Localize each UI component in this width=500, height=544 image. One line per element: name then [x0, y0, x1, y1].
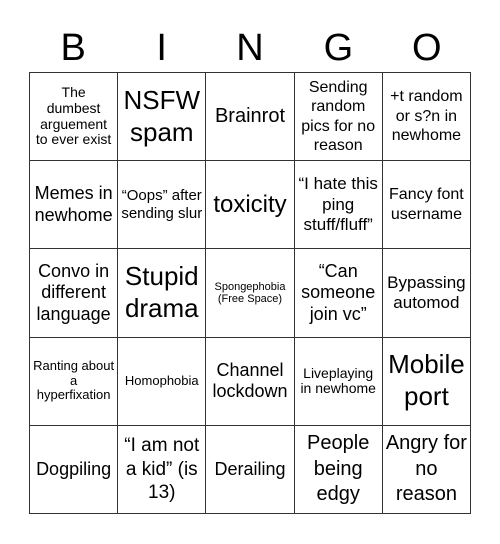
bingo-cell[interactable]: “I hate this ping stuff/fluff”	[294, 161, 383, 250]
bingo-cell[interactable]: Fancy font username	[382, 161, 471, 250]
bingo-cell[interactable]: Bypassing automod	[382, 249, 471, 338]
bingo-cell[interactable]: “Oops” after sending slur	[118, 161, 207, 250]
bingo-cell[interactable]: “I am not a kid” (is 13)	[118, 425, 207, 514]
bingo-cell[interactable]: Memes in newhome	[30, 161, 119, 250]
bingo-cell[interactable]: Mobile port	[382, 337, 471, 426]
bingo-cell[interactable]: Brainrot	[206, 73, 295, 162]
bingo-cell[interactable]: Dogpiling	[30, 425, 119, 514]
bingo-board: The dumbest arguement to ever exist NSFW…	[29, 72, 471, 514]
bingo-cell[interactable]: Convo in different language	[30, 249, 119, 338]
bingo-cell[interactable]: Channel lockdown	[206, 337, 295, 426]
bingo-cell[interactable]: Stupid drama	[118, 249, 207, 338]
bingo-cell[interactable]: Derailing	[206, 425, 295, 514]
bingo-cell[interactable]: The dumbest arguement to ever exist	[30, 73, 119, 162]
bingo-cell[interactable]: “Can someone join vc”	[294, 249, 383, 338]
bingo-cell[interactable]: NSFW spam	[118, 73, 207, 162]
bingo-header: B I N G O	[29, 24, 471, 72]
header-letter-n: N	[236, 27, 264, 69]
bingo-cell[interactable]: Liveplaying in newhome	[294, 337, 383, 426]
header-letter-g: G	[323, 27, 354, 69]
bingo-cell[interactable]: Angry for no reason	[382, 425, 471, 514]
header-letter-b: B	[60, 27, 86, 69]
bingo-cell[interactable]: Homophobia	[118, 337, 207, 426]
free-space-cell[interactable]: Spongephobia (Free Space)	[206, 249, 295, 338]
header-letter-i: I	[156, 27, 167, 69]
bingo-cell[interactable]: Sending random pics for no reason	[294, 73, 383, 162]
bingo-cell[interactable]: Ranting about a hyperfixation	[30, 337, 119, 426]
bingo-cell[interactable]: People being edgy	[294, 425, 383, 514]
header-letter-o: O	[412, 27, 442, 69]
bingo-cell[interactable]: +t random or s?n in newhome	[382, 73, 471, 162]
bingo-cell[interactable]: toxicity	[206, 161, 295, 250]
